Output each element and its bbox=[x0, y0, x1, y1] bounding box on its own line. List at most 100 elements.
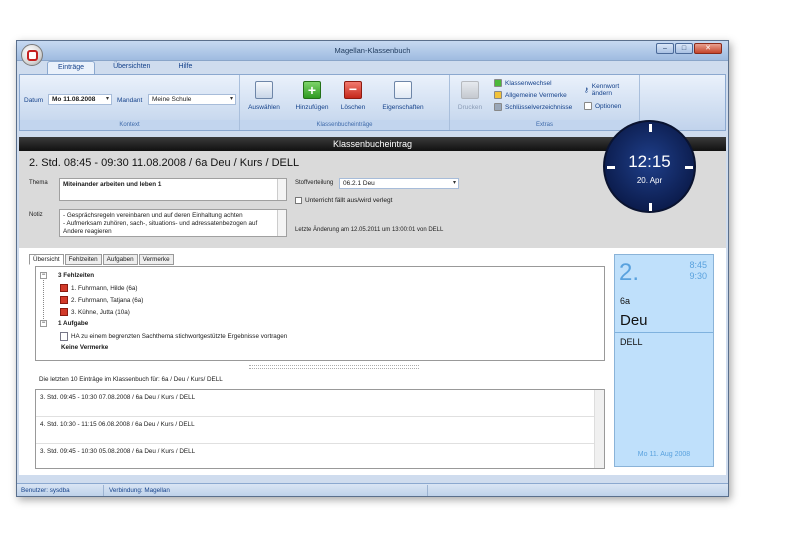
window-controls: – □ ✕ bbox=[656, 43, 722, 54]
note-icon bbox=[494, 91, 502, 99]
list-item[interactable]: 3. Std. 09:45 - 10:30 07.08.2008 / 6a De… bbox=[36, 390, 594, 417]
list-item-label: 4. Std. 10:30 - 11:15 06.08.2008 / 6a De… bbox=[40, 421, 195, 428]
collapse-icon[interactable]: − bbox=[40, 272, 47, 279]
tab-eintraege[interactable]: Einträge bbox=[47, 61, 96, 74]
stoffverteilung-label: Stoffverteilung bbox=[295, 180, 334, 186]
group-extras: Drucken Klassenwechsel Allgemeine Vermer… bbox=[450, 75, 640, 130]
list-item-label: 3. Std. 09:45 - 10:30 07.08.2008 / 6a De… bbox=[40, 394, 196, 401]
tab-hilfe[interactable]: Hilfe bbox=[168, 61, 202, 74]
schluesselverzeichnisse-button[interactable]: Schlüsselverzeichnisse bbox=[494, 103, 572, 111]
lesson-start: 8:45 bbox=[689, 260, 707, 270]
stoffverteilung-combo[interactable]: 06.2.1 Deu ▾ bbox=[339, 178, 459, 189]
schluesselverzeichnisse-label: Schlüsselverzeichnisse bbox=[505, 103, 573, 111]
vermerke-label: Keine Vermerke bbox=[61, 344, 109, 351]
tree-node-fehlzeiten[interactable]: − 3 Fehlzeiten bbox=[40, 272, 94, 279]
kennwort-button[interactable]: ⚷ Kennwort ändern bbox=[584, 83, 639, 97]
window-icon bbox=[255, 81, 273, 99]
list-scrollbar[interactable] bbox=[594, 390, 604, 468]
hinzufuegen-button[interactable]: + Hinzufügen bbox=[292, 79, 332, 111]
klassenwechsel-label: Klassenwechsel bbox=[505, 79, 552, 87]
card-divider bbox=[615, 332, 713, 333]
thema-field[interactable]: Miteinander arbeiten und leben 1 bbox=[59, 178, 287, 201]
tree-line bbox=[43, 277, 44, 323]
mandant-combo[interactable]: Meine Schule ▾ bbox=[148, 94, 236, 105]
allgemeine-vermerke-button[interactable]: Allgemeine Vermerke bbox=[494, 91, 567, 99]
list-item[interactable]: 3. Std. 09:45 - 10:30 05.08.2008 / 6a De… bbox=[36, 444, 594, 471]
notiz-line-3: Andere reagieren bbox=[63, 228, 112, 235]
lesson-teacher: DELL bbox=[620, 337, 643, 347]
datum-label: Datum bbox=[24, 97, 44, 104]
task-label: HA zu einem begrenzten Sachthema stichwo… bbox=[71, 333, 288, 340]
absence-label: 3. Kühne, Jutta (10a) bbox=[71, 308, 130, 316]
thema-label: Thema bbox=[29, 180, 48, 186]
absence-label: 2. Fuhrmann, Tatjana (6a) bbox=[71, 296, 144, 304]
klassenwechsel-button[interactable]: Klassenwechsel bbox=[494, 79, 552, 87]
tab-uebersichten[interactable]: Übersichten bbox=[103, 61, 160, 74]
unterricht-checkbox-row[interactable]: Unterricht fällt aus/wird verlegt bbox=[295, 197, 392, 204]
maximize-button[interactable]: □ bbox=[675, 43, 693, 54]
group-eintraege: Auswählen + Hinzufügen − Löschen Eigensc… bbox=[240, 75, 450, 130]
subtabs: Übersicht Fehlzeiten Aufgaben Vermerke bbox=[29, 254, 174, 265]
auswaehlen-button[interactable]: Auswählen bbox=[246, 79, 282, 111]
clock-tick bbox=[649, 124, 652, 132]
tree-node-vermerke[interactable]: Keine Vermerke bbox=[61, 344, 108, 351]
ribbon-tabs: Einträge Übersichten Hilfe bbox=[47, 61, 202, 74]
lesson-card: 2. 8:45 9:30 6a Deu DELL Mo 11. Aug 2008 bbox=[614, 254, 714, 467]
tree-item-absence[interactable]: 2. Fuhrmann, Tatjana (6a) bbox=[60, 296, 143, 304]
absence-icon bbox=[60, 308, 68, 316]
window-title: Magellan-Klassenbuch bbox=[334, 46, 411, 55]
check-icon bbox=[494, 79, 502, 87]
tree-item-absence[interactable]: 1. Fuhrmann, Hilde (6a) bbox=[60, 284, 138, 292]
document-icon bbox=[60, 332, 68, 341]
loeschen-label: Löschen bbox=[340, 104, 366, 111]
list-item[interactable]: 4. Std. 10:30 - 11:15 06.08.2008 / 6a De… bbox=[36, 417, 594, 444]
printer-icon bbox=[461, 81, 479, 99]
stoffverteilung-value: 06.2.1 Deu bbox=[343, 180, 375, 187]
hinzufuegen-label: Hinzufügen bbox=[295, 104, 329, 111]
tree-item-task[interactable]: HA zu einem begrenzten Sachthema stichwo… bbox=[60, 332, 287, 341]
close-button[interactable]: ✕ bbox=[694, 43, 722, 54]
status-divider bbox=[103, 485, 104, 496]
status-bar: Benutzer: sysdba Verbindung: Magellan bbox=[17, 483, 728, 496]
eigenschaften-label: Eigenschaften bbox=[382, 104, 424, 111]
minimize-button[interactable]: – bbox=[656, 43, 674, 54]
datum-value: Mo 11.08.2008 bbox=[52, 96, 96, 103]
subtab-aufgaben[interactable]: Aufgaben bbox=[102, 254, 138, 265]
unterricht-label: Unterricht fällt aus/wird verlegt bbox=[305, 197, 393, 204]
entry-title: 2. Std. 08:45 - 09:30 11.08.2008 / 6a De… bbox=[29, 157, 300, 169]
kennwort-label: Kennwort ändern bbox=[591, 83, 620, 97]
optionen-button[interactable]: Optionen bbox=[584, 102, 621, 110]
collapse-icon[interactable]: − bbox=[40, 320, 47, 327]
title-bar: Magellan-Klassenbuch – □ ✕ bbox=[17, 41, 728, 61]
group-label-eintraege: Klassenbucheinträge bbox=[240, 120, 449, 130]
splitter-grip[interactable] bbox=[249, 365, 419, 369]
drucken-label: Drucken bbox=[457, 104, 483, 111]
app-menu-icon[interactable] bbox=[21, 44, 43, 66]
unterricht-checkbox[interactable] bbox=[295, 197, 302, 204]
drucken-button[interactable]: Drucken bbox=[454, 79, 486, 111]
overview-tree: − 3 Fehlzeiten 1. Fuhrmann, Hilde (6a) 2.… bbox=[35, 266, 605, 361]
clock-date: 20. Apr bbox=[636, 176, 663, 185]
datum-combo[interactable]: Mo 11.08.2008 ▾ bbox=[48, 94, 112, 105]
lesson-class: 6a bbox=[620, 296, 631, 306]
status-divider bbox=[427, 485, 428, 496]
status-benutzer: Benutzer: sysdba bbox=[21, 487, 70, 494]
tree-node-aufgabe[interactable]: − 1 Aufgabe bbox=[40, 320, 88, 327]
group-kontext: Datum Mo 11.08.2008 ▾ Mandant Meine Schul… bbox=[20, 75, 240, 130]
chevron-down-icon: ▾ bbox=[452, 180, 456, 186]
group-label-kontext: Kontext bbox=[20, 120, 239, 130]
key-list-icon bbox=[494, 103, 502, 111]
subtab-fehlzeiten[interactable]: Fehlzeiten bbox=[64, 254, 102, 265]
lesson-subject: Deu bbox=[620, 312, 648, 329]
tree-item-absence[interactable]: 3. Kühne, Jutta (10a) bbox=[60, 308, 130, 316]
eigenschaften-button[interactable]: Eigenschaften bbox=[378, 79, 428, 111]
minus-icon: − bbox=[344, 81, 362, 99]
notiz-scrollbar[interactable] bbox=[277, 210, 286, 236]
notiz-field[interactable]: - Gesprächsregeln vereinbaren und auf de… bbox=[59, 209, 287, 237]
options-icon bbox=[584, 102, 592, 110]
subtab-uebersicht[interactable]: Übersicht bbox=[29, 254, 64, 265]
subtab-vermerke[interactable]: Vermerke bbox=[138, 254, 174, 265]
thema-scrollbar[interactable] bbox=[277, 179, 286, 200]
loeschen-button[interactable]: − Löschen bbox=[336, 79, 370, 111]
auswaehlen-label: Auswählen bbox=[248, 104, 280, 111]
